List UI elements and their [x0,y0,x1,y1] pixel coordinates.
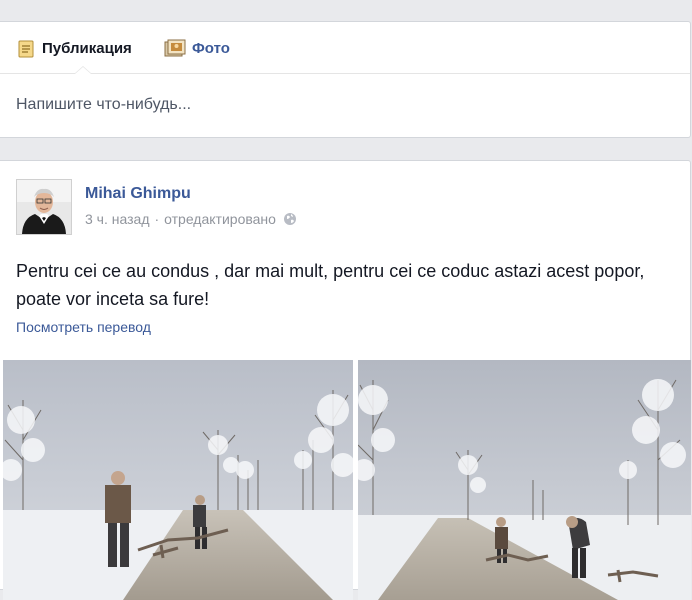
active-tab-pointer [74,66,92,74]
composer: Публикация Фото [0,21,691,138]
author-name-link[interactable]: Mihai Ghimpu [85,185,191,203]
post-meta: 3 ч. назад · отредактировано [85,211,297,227]
composer-tabs: Публикация Фото [0,22,690,74]
post-text: Pentru cei ce au condus , dar mai mult, … [16,261,645,309]
photo-icon [164,39,186,57]
tab-photo-label: Фото [192,40,230,57]
tab-photo[interactable]: Фото [164,39,230,59]
author-avatar[interactable] [16,179,72,235]
post-timestamp-link[interactable]: 3 ч. назад [85,211,149,227]
tab-status[interactable]: Публикация [16,39,132,59]
status-input[interactable] [16,93,656,117]
meta-separator: · [154,211,160,227]
globe-icon[interactable] [283,212,297,226]
post: Mihai Ghimpu 3 ч. назад · отредактирован… [0,160,691,600]
tab-status-label: Публикация [42,40,132,57]
post-photo-1[interactable] [3,360,353,600]
post-photo-2[interactable] [358,360,691,600]
edited-label[interactable]: отредактировано [164,211,276,227]
status-icon [18,40,34,58]
see-translation-link[interactable]: Посмотреть перевод [16,319,151,335]
